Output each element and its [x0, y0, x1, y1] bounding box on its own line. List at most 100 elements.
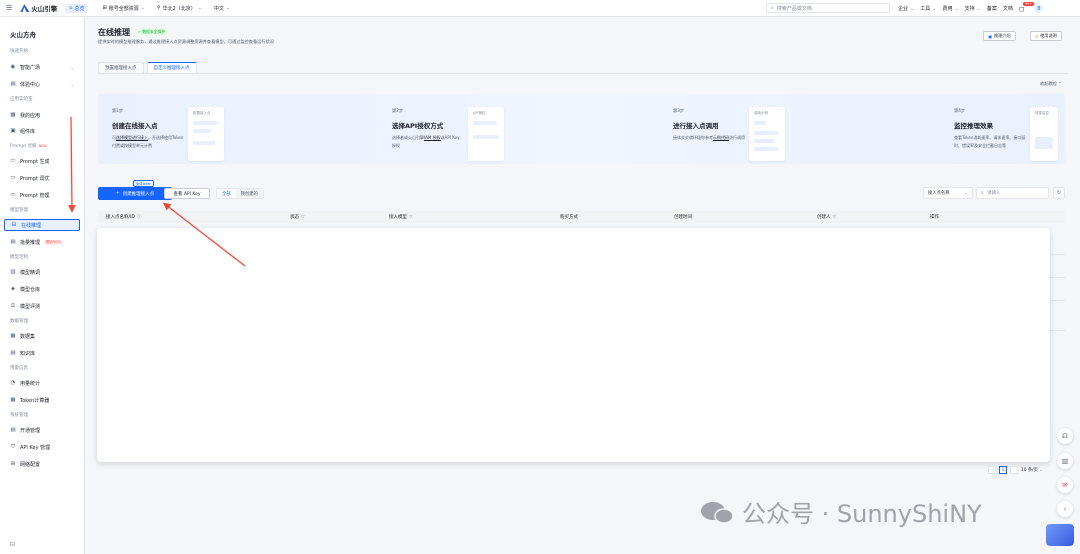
step-link[interactable]: 示例代码: [713, 135, 729, 140]
message-icon: ◻: [1018, 4, 1025, 13]
table-header: 接入点名称/ID ⓘ 状态 ▽ 接入模型 ▽ 购买方式 创建时间 创建人 ▽ 操作: [98, 211, 1065, 223]
account-scope-select[interactable]: ⊞ 账号全部资源 ⌄: [102, 5, 144, 12]
chevron-down-icon: ⌄: [932, 5, 937, 12]
sidebar-item-model-repo[interactable]: ◈ 模型仓库: [4, 283, 80, 295]
page-size-select[interactable]: 10 条/页 ⌄: [1021, 467, 1043, 473]
col-purchase: 购买方式: [560, 215, 578, 220]
filter-field-select[interactable]: 接入点名称 ⌄: [923, 187, 973, 199]
region-select[interactable]: ⚲ 华北2（北京） ⌄: [157, 5, 202, 12]
expand-button[interactable]: ›: [1057, 501, 1073, 517]
sidebar-item-network[interactable]: ⊞ 网络配置: [4, 458, 80, 470]
page-number[interactable]: 1: [999, 466, 1007, 474]
collapse-tutorial-label: 收起教程: [1040, 81, 1057, 86]
collapse-tutorial-button[interactable]: 收起教程 ⌃: [1040, 81, 1062, 87]
sidebar-item-usage-stats[interactable]: ◔ 用量统计: [4, 377, 80, 389]
nav-billing[interactable]: 费用 ⌄: [942, 5, 958, 13]
sidebar-item-dataset[interactable]: ▦ 数据集: [4, 330, 80, 342]
grid-icon: ⊞: [102, 5, 107, 11]
sidebar-item-my-apps[interactable]: ▦ 我的应用: [4, 109, 80, 121]
home-button[interactable]: ⌂ 总览: [65, 3, 89, 13]
nav-support-label: 支持: [964, 6, 975, 12]
feedback-button[interactable]: ✉: [1057, 477, 1073, 493]
sidebar-item-label: API Key 管理: [20, 444, 51, 451]
filter-all[interactable]: 全部: [217, 189, 236, 198]
tab-preset-endpoint[interactable]: 预置推理接入点: [98, 62, 144, 73]
global-search-input[interactable]: ⌕ 搜索产品或文档: [766, 3, 890, 13]
step-link[interactable]: 选择模型进行接入: [116, 135, 148, 140]
collapse-sidebar-icon[interactable]: ⊟: [10, 541, 15, 548]
table-row-divider: [1050, 330, 1065, 331]
filter-search-input[interactable]: ⌕ 请输入: [976, 187, 1049, 199]
tutorial-steps: 第1步 创建在线接入点 可选择模型进行接入。开选择使用Token付费或按模型单元…: [98, 94, 1065, 164]
sidebar-item-components[interactable]: ▣ 组件库: [4, 125, 80, 137]
search-icon: ⌕: [981, 190, 984, 196]
sidebar-item-experience[interactable]: ▤ 体验中心 ⌄: [4, 78, 80, 90]
brand-logo[interactable]: 火山引擎: [20, 3, 57, 13]
nav-tools[interactable]: 工具 ⌄: [920, 5, 937, 13]
sidebar-group-data: 数据管理: [10, 319, 28, 324]
support-button[interactable]: ☊: [1057, 428, 1073, 444]
bulb-icon: ♁: [1035, 33, 1039, 39]
chevron-down-icon: ⌄: [910, 5, 915, 12]
card-line: [473, 135, 499, 139]
next-page-button[interactable]: ›: [1010, 466, 1018, 474]
sidebar-item-online-infer[interactable]: ⊟ 在线推理: [4, 219, 80, 231]
table-row-divider: [1050, 254, 1065, 255]
sidebar-item-knowledge[interactable]: ▤ 知识库: [4, 347, 80, 359]
step-card-title: 效果监控: [1035, 111, 1049, 115]
sidebar-item-label: Prompt 调优: [20, 175, 50, 182]
language-select[interactable]: 中文 ⌄: [214, 5, 230, 12]
refresh-button[interactable]: ↻: [1053, 187, 1065, 199]
card-chart: [1035, 137, 1053, 149]
col-status[interactable]: 状态 ▽: [290, 214, 304, 221]
notification-button[interactable]: ◻ 99+: [1018, 1, 1035, 13]
feedback-icon: ✉: [1062, 481, 1068, 489]
data-protect-badge[interactable]: ✓ 数据安全保护: [135, 28, 169, 36]
prev-page-button[interactable]: ‹: [988, 466, 996, 474]
nav-enterprise[interactable]: 企业 ⌄: [898, 5, 915, 13]
step-number: 第4步: [954, 108, 966, 113]
sidebar-group-quick: 快速开始: [10, 49, 28, 54]
sidebar-item-model-finetune[interactable]: ▥ 模型精调: [4, 266, 80, 278]
step-link[interactable]: IAM 授权: [424, 135, 441, 140]
nav-filing[interactable]: 备案: [987, 5, 997, 12]
sidebar-item-prompt-gen[interactable]: ▭ Prompt 生成: [4, 155, 80, 167]
filter-field-label: 接入点名称: [928, 191, 950, 196]
tab-divider: [98, 73, 1068, 74]
filter-icon: ▽: [832, 214, 836, 220]
wechat-icon: [701, 501, 734, 524]
sidebar-item-smart-square[interactable]: ◉ 智能广场 ⌄: [4, 61, 80, 73]
sidebar-item-prompt-opt[interactable]: ▭ Prompt 调优: [4, 172, 80, 184]
step-card-title: API授权: [473, 111, 486, 115]
owner-filter: 全部 我创建的: [216, 188, 264, 199]
filter-mine[interactable]: 我创建的: [236, 189, 263, 198]
create-endpoint-button[interactable]: + 创建推理接入点: [98, 187, 172, 200]
nav-support[interactable]: 支持 ⌄: [964, 5, 981, 13]
layers-icon: ▤: [10, 239, 16, 245]
sidebar-item-batch-infer[interactable]: ▤ 批量推理 限价50%: [4, 236, 80, 248]
sidebar-item-model-eval[interactable]: ⚖ 模型评测: [4, 300, 80, 312]
step-preview-card: 调用示例: [749, 107, 785, 161]
brand-name: 火山引擎: [31, 5, 58, 13]
view-api-key-button[interactable]: 查看 API Key: [164, 188, 210, 199]
infer-intro-button[interactable]: ▣ 推理介绍: [983, 31, 1016, 41]
user-avatar[interactable]: 8: [1034, 4, 1044, 13]
nav-docs[interactable]: 文档: [1003, 5, 1013, 12]
sidebar-item-open-mgmt[interactable]: ▤ 开通管理: [4, 424, 80, 436]
usage-guide-label: 使用说明: [1040, 33, 1057, 38]
usage-guide-button[interactable]: ♁ 使用说明: [1030, 31, 1062, 41]
step-number: 第3步: [673, 108, 685, 113]
sidebar-item-prompt-mgmt[interactable]: ▭ Prompt 管理: [4, 189, 80, 201]
docs-float-button[interactable]: ▥: [1057, 453, 1073, 469]
col-model[interactable]: 接入模型 ▽: [389, 214, 412, 221]
sidebar-item-token-calc[interactable]: ▦ Token计算器: [4, 394, 80, 406]
menu-icon[interactable]: ☰: [6, 4, 12, 12]
col-creator[interactable]: 创建人 ▽: [817, 214, 836, 221]
tab-custom-endpoint[interactable]: 自定义推理接入点: [146, 62, 197, 73]
col-created-time: 创建时间: [674, 215, 692, 220]
sidebar-item-apikey[interactable]: ⛉ API Key 管理: [4, 441, 80, 453]
region-label: 华北2（北京）: [162, 5, 196, 12]
step-title: 监控推理效果: [954, 122, 993, 130]
assistant-mascot-icon[interactable]: [1046, 524, 1074, 546]
headset-icon: ☊: [1062, 432, 1068, 440]
